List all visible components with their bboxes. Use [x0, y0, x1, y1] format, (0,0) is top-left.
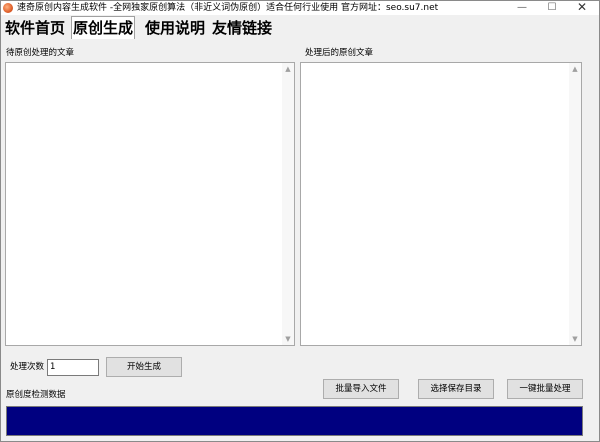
- input-article-label: 待原创处理的文章: [6, 48, 75, 58]
- scroll-down-icon[interactable]: ▼: [569, 333, 581, 345]
- start-generate-button[interactable]: 开始生成: [106, 357, 182, 377]
- output-article-textarea[interactable]: ▲ ▼: [300, 62, 582, 346]
- tab-bar: 软件首页 原创生成 使用说明 友情链接: [1, 15, 599, 40]
- scroll-up-icon[interactable]: ▲: [569, 63, 581, 75]
- batch-process-button[interactable]: 一键批量处理: [507, 379, 583, 399]
- tab-links[interactable]: 友情链接: [211, 17, 273, 39]
- app-window: 速奇原创内容生成软件 -全网独家原创算法（非近义词伪原创）适合任何行业使用 官方…: [0, 0, 600, 442]
- input-article-textarea[interactable]: ▲ ▼: [5, 62, 295, 346]
- process-count-label: 处理次数: [10, 362, 45, 372]
- originality-data-bar: [6, 406, 583, 436]
- process-count-input[interactable]: 1: [47, 359, 99, 376]
- input-scrollbar[interactable]: ▲ ▼: [282, 63, 294, 345]
- batch-import-button[interactable]: 批量导入文件: [323, 379, 399, 399]
- generate-panel: 待原创处理的文章 处理后的原创文章 ▲ ▼ ▲ ▼ 处理次数 1 开始生成 批量…: [1, 39, 599, 441]
- title-bar[interactable]: 速奇原创内容生成软件 -全网独家原创算法（非近义词伪原创）适合任何行业使用 官方…: [1, 1, 599, 15]
- scroll-up-icon[interactable]: ▲: [282, 63, 294, 75]
- close-icon[interactable]: ✕: [567, 1, 597, 15]
- maximize-icon[interactable]: ☐: [537, 1, 567, 15]
- window-title: 速奇原创内容生成软件 -全网独家原创算法（非近义词伪原创）适合任何行业使用 官方…: [17, 3, 439, 13]
- app-logo-icon: [3, 3, 13, 13]
- output-scrollbar[interactable]: ▲ ▼: [569, 63, 581, 345]
- scroll-down-icon[interactable]: ▼: [282, 333, 294, 345]
- choose-save-dir-button[interactable]: 选择保存目录: [418, 379, 494, 399]
- tab-home[interactable]: 软件首页: [4, 17, 66, 39]
- tab-help[interactable]: 使用说明: [144, 17, 206, 39]
- tab-generate[interactable]: 原创生成: [71, 16, 136, 40]
- minimize-icon[interactable]: —: [507, 1, 537, 15]
- originality-detect-label: 原创度检测数据: [6, 390, 66, 400]
- output-article-label: 处理后的原创文章: [305, 48, 374, 58]
